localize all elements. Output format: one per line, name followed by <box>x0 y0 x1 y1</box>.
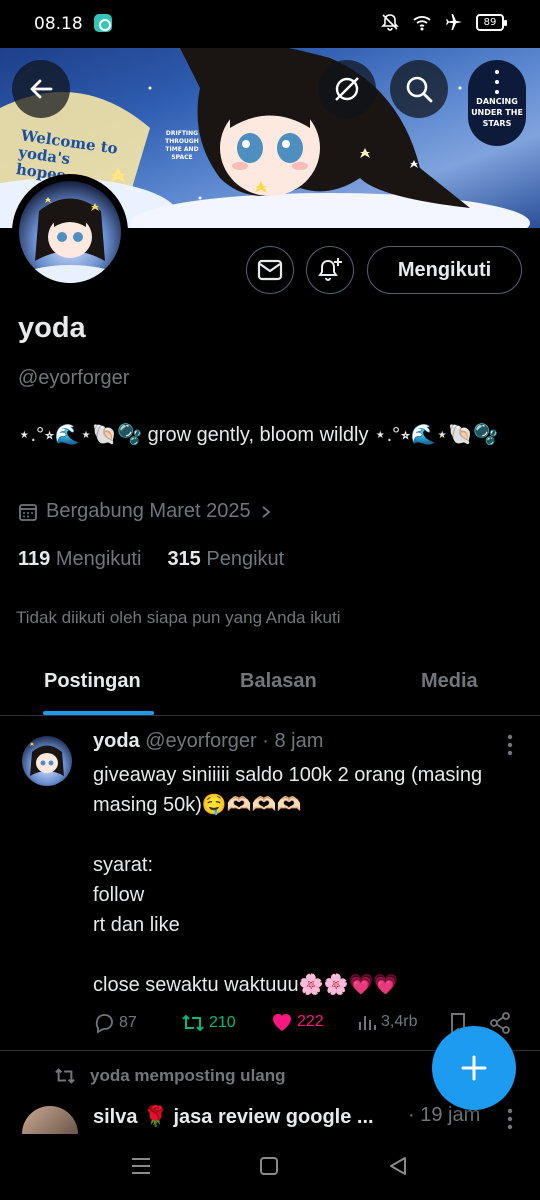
post2-more-icon[interactable] <box>507 1108 513 1130</box>
post-header: yoda @eyorforger · 8 jam <box>93 730 323 753</box>
views-chart-icon <box>359 1016 376 1030</box>
like-button[interactable]: 222 <box>271 1012 324 1032</box>
message-button[interactable] <box>246 246 294 294</box>
reply-count: 87 <box>119 1014 137 1031</box>
notify-button[interactable] <box>306 246 354 294</box>
wifi-icon <box>413 16 431 31</box>
following-stat[interactable]: 119 Mengikuti <box>18 548 141 571</box>
repost-context[interactable]: yoda memposting ulang <box>54 1066 286 1086</box>
joined-text: Bergabung Maret 2025 <box>46 500 251 522</box>
search-button[interactable] <box>390 60 448 118</box>
tab-posts[interactable]: Postingan <box>44 670 141 693</box>
airplane-icon <box>446 14 462 30</box>
follow-stats: 119 Mengikuti 315 Pengikut <box>18 548 284 571</box>
heart-icon <box>273 1014 291 1031</box>
app-notification-icon <box>94 14 112 32</box>
bell-plus-icon <box>318 258 342 281</box>
tab-media[interactable]: Media <box>421 670 478 693</box>
home-nav-icon[interactable] <box>259 1156 279 1176</box>
following-label: Mengikuti <box>55 548 142 570</box>
status-bar: 08.18 89 <box>0 0 540 48</box>
repost-context-text: yoda memposting ulang <box>90 1066 286 1085</box>
system-nav-bar <box>0 1134 540 1200</box>
banner-drift-text: DRIFTING THROUGH TIME AND SPACE <box>165 130 199 161</box>
more-button[interactable]: DANCING UNDER THE STARS <box>468 60 526 146</box>
back-arrow-icon <box>30 79 53 99</box>
followers-label: Pengikut <box>206 548 285 570</box>
repost-count: 210 <box>209 1014 236 1031</box>
back-button[interactable] <box>12 60 70 118</box>
profile-tabs: Postingan Balasan Media <box>0 652 540 716</box>
post-avatar[interactable] <box>22 736 72 786</box>
post-text: giveaway siniiiii saldo 100k 2 orang (ma… <box>93 764 483 996</box>
like-count: 222 <box>297 1013 324 1030</box>
banner-dancing-text: DANCING UNDER THE STARS <box>471 96 523 128</box>
search-icon <box>406 76 433 103</box>
no-grok-icon <box>335 77 359 101</box>
profile-bio: ⋆.°⭒🌊⋆🐚🫧 grow gently, bloom wildly ⋆.°⭒🌊… <box>18 424 499 446</box>
following-count: 119 <box>18 548 51 570</box>
followers-stat[interactable]: 315 Pengikut <box>167 548 284 571</box>
plus-icon <box>461 1055 487 1081</box>
envelope-icon <box>257 259 283 281</box>
reply-icon <box>95 1014 113 1034</box>
repost-button[interactable]: 210 <box>181 1012 236 1034</box>
followers-count: 315 <box>167 548 201 570</box>
status-time: 08.18 <box>34 14 83 34</box>
joined-date[interactable]: Bergabung Maret 2025 <box>18 500 273 523</box>
more-vertical-icon <box>495 70 499 94</box>
post-more-icon[interactable] <box>507 734 513 756</box>
post-time: · 8 jam <box>262 730 324 752</box>
battery-icon: 89 <box>476 13 507 31</box>
reply-button[interactable]: 87 <box>93 1012 137 1034</box>
compose-button[interactable] <box>432 1026 516 1110</box>
mute-bell-icon <box>381 14 399 31</box>
active-tab-indicator <box>43 711 154 715</box>
post2-author-name[interactable]: silva 🌹 jasa review google ... <box>93 1106 374 1128</box>
profile-avatar[interactable] <box>12 174 128 290</box>
following-button[interactable]: Mengikuti <box>367 246 522 294</box>
post-author-handle: @eyorforger <box>145 730 257 752</box>
avatar-image <box>19 181 121 283</box>
recent-apps-icon[interactable] <box>130 1156 152 1176</box>
profile-handle: @eyorforger <box>18 367 130 389</box>
system-icons: 89 <box>380 12 507 32</box>
back-nav-icon[interactable] <box>388 1156 408 1176</box>
post-author-name[interactable]: yoda <box>93 730 140 752</box>
tab-replies[interactable]: Balasan <box>240 670 317 693</box>
grok-button[interactable] <box>318 60 376 118</box>
chevron-right-icon <box>262 505 270 518</box>
not-followed-notice: Tidak diikuti oleh siapa pun yang Anda i… <box>16 608 341 627</box>
views-count: 3,4rb <box>381 1013 418 1030</box>
views-button[interactable]: 3,4rb <box>357 1012 417 1032</box>
repost-small-icon <box>55 1068 75 1084</box>
profile-name: yoda <box>18 312 86 344</box>
calendar-icon <box>19 503 37 521</box>
repost-icon <box>182 1014 204 1032</box>
